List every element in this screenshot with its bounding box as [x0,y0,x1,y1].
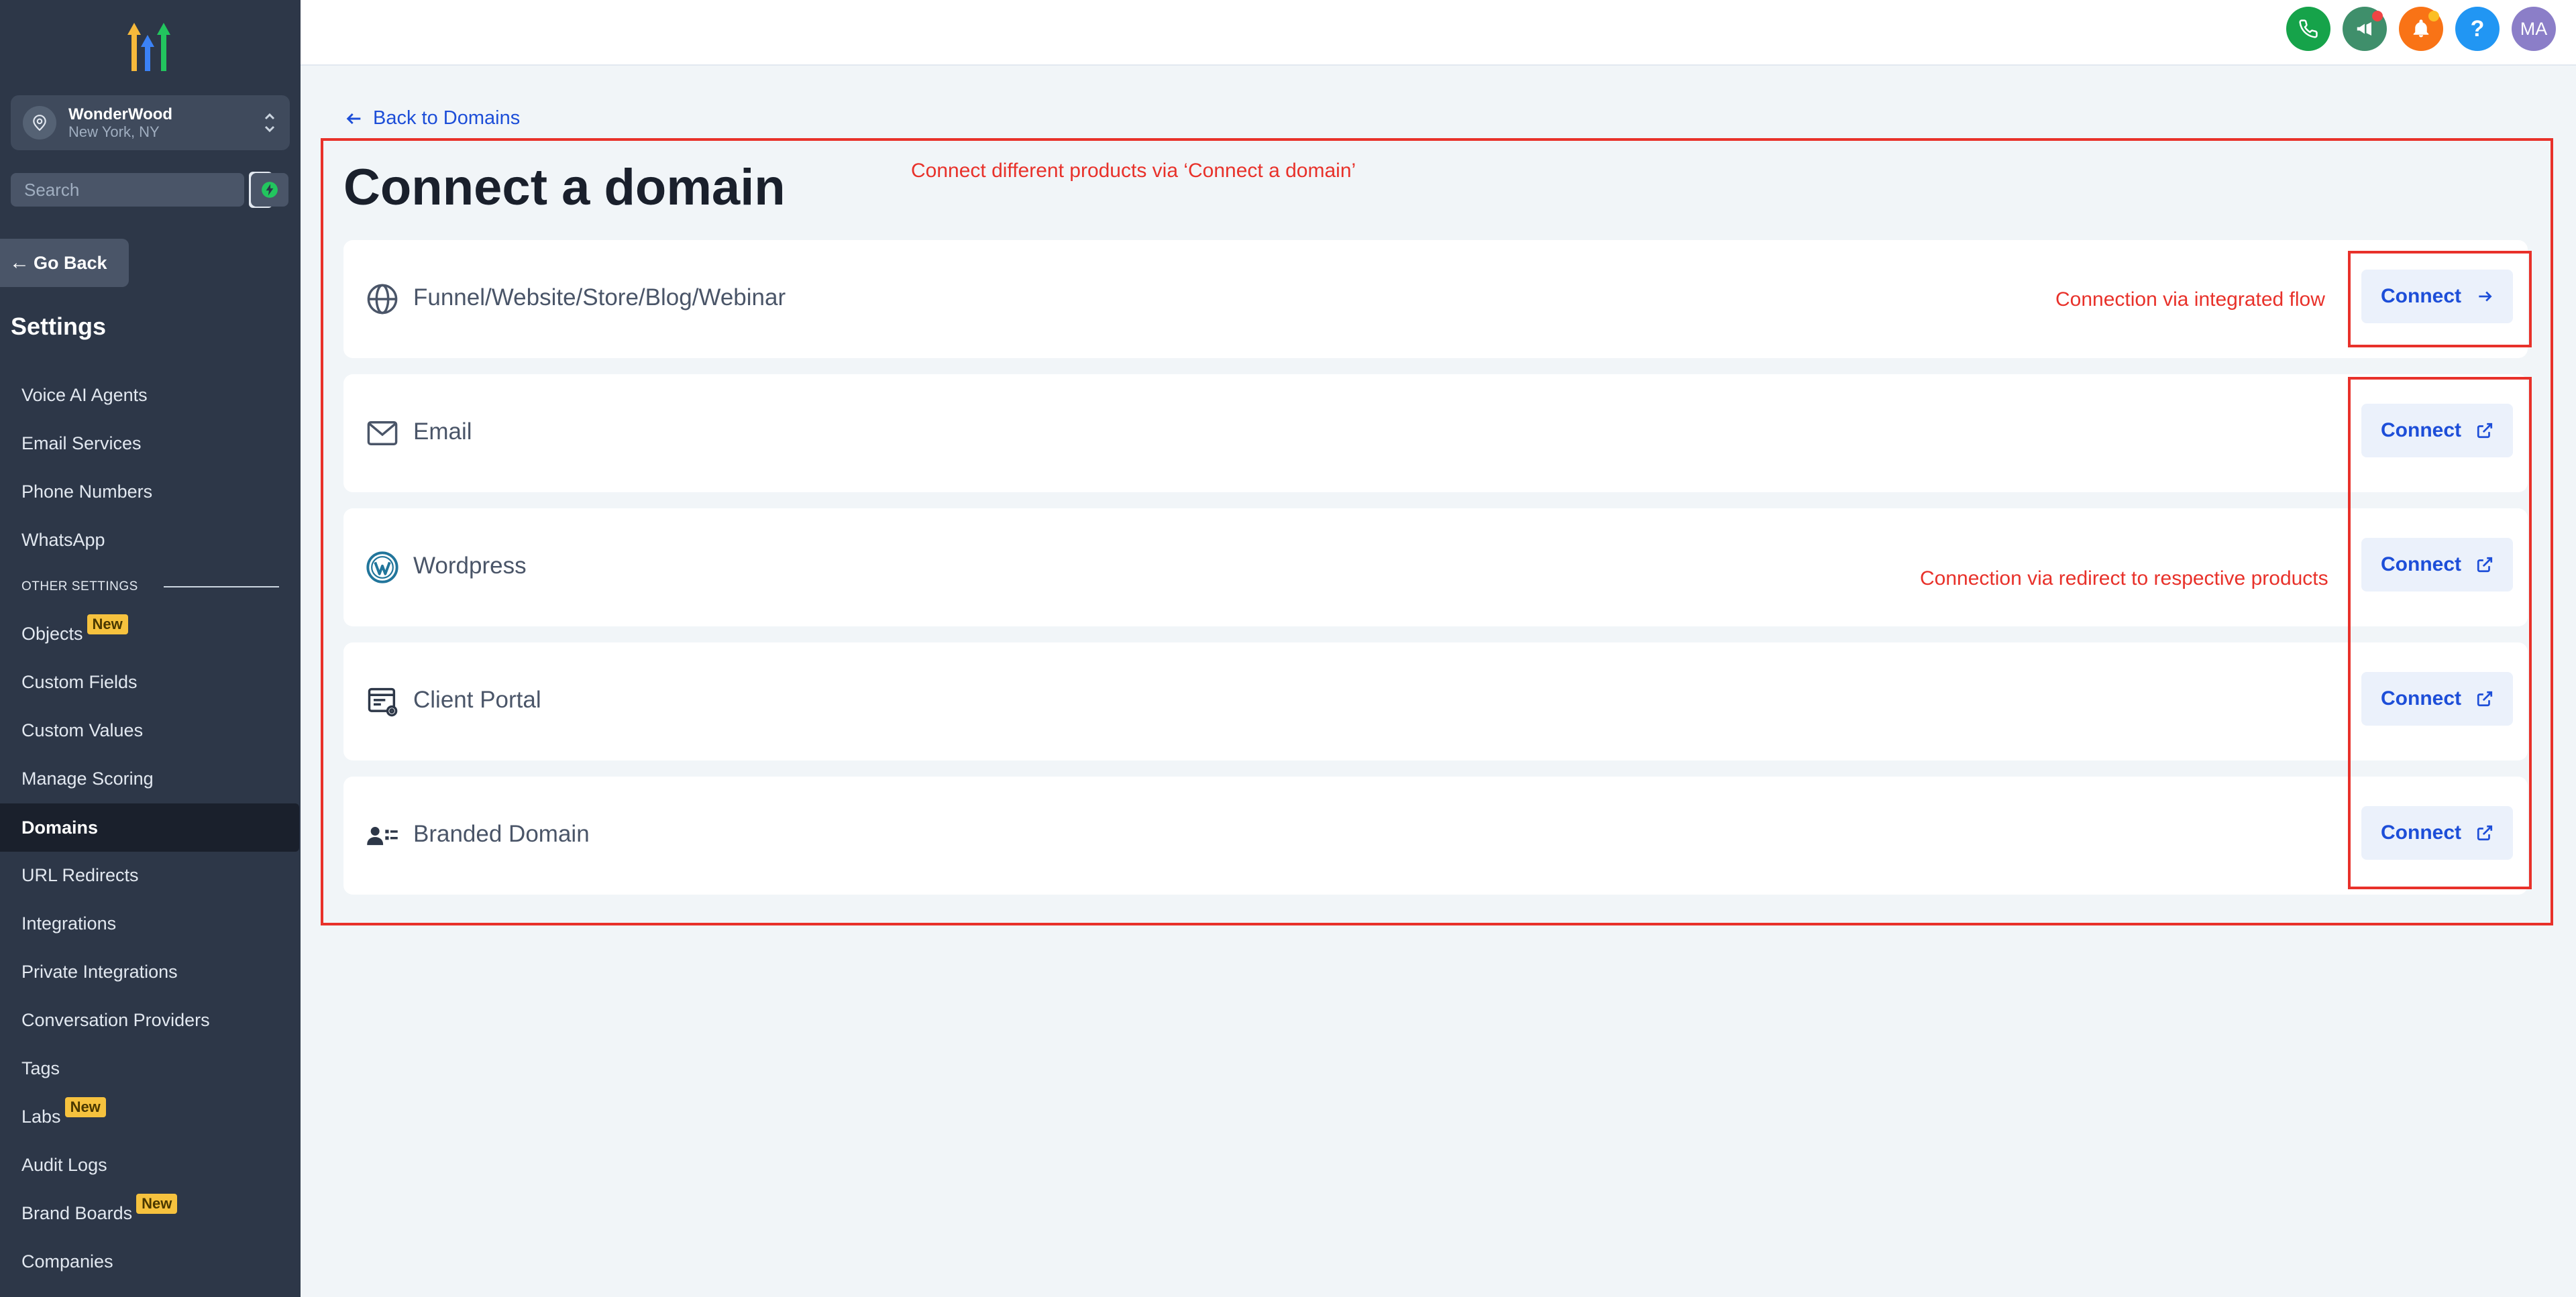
location-name: WonderWood [68,105,173,123]
sidebar-item-label: Companies [21,1251,113,1272]
section-label-text: OTHER SETTINGS [21,579,138,594]
sidebar-item-label: Audit Logs [21,1154,107,1175]
back-link-label: Back to Domains [373,107,521,129]
avatar-initials: MA [2520,18,2548,39]
sidebar-item-label: URL Redirects [21,864,139,885]
section-label-other-settings: OTHER SETTINGS [21,579,279,594]
help-icon: ? [2470,15,2485,42]
notifications-button[interactable] [2399,7,2443,51]
new-badge: New [87,614,128,634]
sidebar-item-tags[interactable]: Tags [0,1052,301,1085]
sidebar-item-domains[interactable]: Domains [0,803,299,852]
sidebar-search[interactable]: ⌘ K [11,172,272,208]
sidebar-item-label: Custom Fields [21,671,138,692]
sidebar-item-whatsapp[interactable]: WhatsApp [0,523,301,557]
sidebar-item-label: Integrations [21,913,117,934]
notification-dot [2372,11,2383,21]
top-bar: ? MA [301,0,2576,66]
divider [163,586,279,587]
annotation-redirect-text: Connection via redirect to respective pr… [1920,567,2328,589]
quick-action-button[interactable] [251,173,288,207]
go-back-label: Go Back [34,252,107,273]
settings-title: Settings [11,313,107,340]
bell-icon [2413,19,2429,38]
sidebar-item-url-redirects[interactable]: URL Redirects [0,858,301,892]
sidebar-item-voice-ai-agents[interactable]: Voice AI Agents [0,378,301,412]
sidebar-item-label: Manage Scoring [21,768,154,789]
sidebar-item-email-services[interactable]: Email Services [0,427,301,460]
sidebar-item-phone-numbers[interactable]: Phone Numbers [0,475,301,508]
location-city: New York, NY [68,123,160,141]
sidebar-item-audit-logs[interactable]: Audit Logs [0,1148,301,1182]
megaphone-icon [2357,22,2371,36]
sidebar: WonderWood New York, NY ⌘ K ← Go Back Se… [0,0,301,1297]
location-switcher[interactable]: WonderWood New York, NY [11,95,290,150]
sidebar-item-label: Labs [21,1106,61,1127]
annotation-outline-integrated [2348,251,2532,347]
notification-dot [2428,11,2439,21]
sidebar-item-label: Email Services [21,433,142,453]
annotation-integrated-text: Connection via integrated flow [2055,288,2325,311]
sidebar-item-label: Brand Boards [21,1202,133,1223]
sidebar-item-label: WhatsApp [21,529,105,550]
lightning-icon [262,182,278,198]
chevron-updown-icon [264,113,275,133]
sidebar-item-label: Conversation Providers [21,1009,210,1030]
sidebar-item-brand-boards[interactable]: Brand Boards New [0,1194,301,1230]
sidebar-item-companies[interactable]: Companies [0,1245,301,1278]
annotation-outline-redirect [2348,377,2532,889]
sidebar-item-objects[interactable]: Objects New [0,614,301,651]
annotation-main-text: Connect different products via ‘Connect … [911,160,1356,182]
go-back-button[interactable]: ← Go Back [0,239,129,287]
location-icon [23,106,56,139]
app-logo[interactable] [119,20,180,74]
phone-button[interactable] [2286,7,2330,51]
back-to-domains-link[interactable]: Back to Domains [345,107,520,129]
sidebar-item-label: Objects [21,623,83,644]
new-badge: New [136,1194,178,1214]
sidebar-item-labs[interactable]: Labs New [0,1097,301,1133]
phone-icon [2299,19,2318,38]
sidebar-item-label: Domains [21,817,99,838]
new-badge: New [64,1097,106,1117]
sidebar-item-custom-values[interactable]: Custom Values [0,714,301,747]
help-button[interactable]: ? [2455,7,2500,51]
sidebar-item-integrations[interactable]: Integrations [0,907,301,940]
user-avatar[interactable]: MA [2512,7,2556,51]
sidebar-item-manage-scoring[interactable]: Manage Scoring [0,762,301,795]
search-input[interactable] [24,179,249,201]
sidebar-item-label: Private Integrations [21,961,178,982]
announcements-button[interactable] [2343,7,2387,51]
arrow-left-icon: ← [9,251,30,274]
sidebar-item-conversation-providers[interactable]: Conversation Providers [0,1003,301,1037]
sidebar-item-label: Tags [21,1058,60,1078]
sidebar-item-private-integrations[interactable]: Private Integrations [0,955,301,989]
sidebar-item-label: Voice AI Agents [21,384,148,405]
annotation-outline-main [321,138,2553,925]
arrow-left-icon [346,113,361,124]
sidebar-item-label: Custom Values [21,720,144,740]
sidebar-item-custom-fields[interactable]: Custom Fields [0,665,301,699]
sidebar-item-label: Phone Numbers [21,481,153,502]
